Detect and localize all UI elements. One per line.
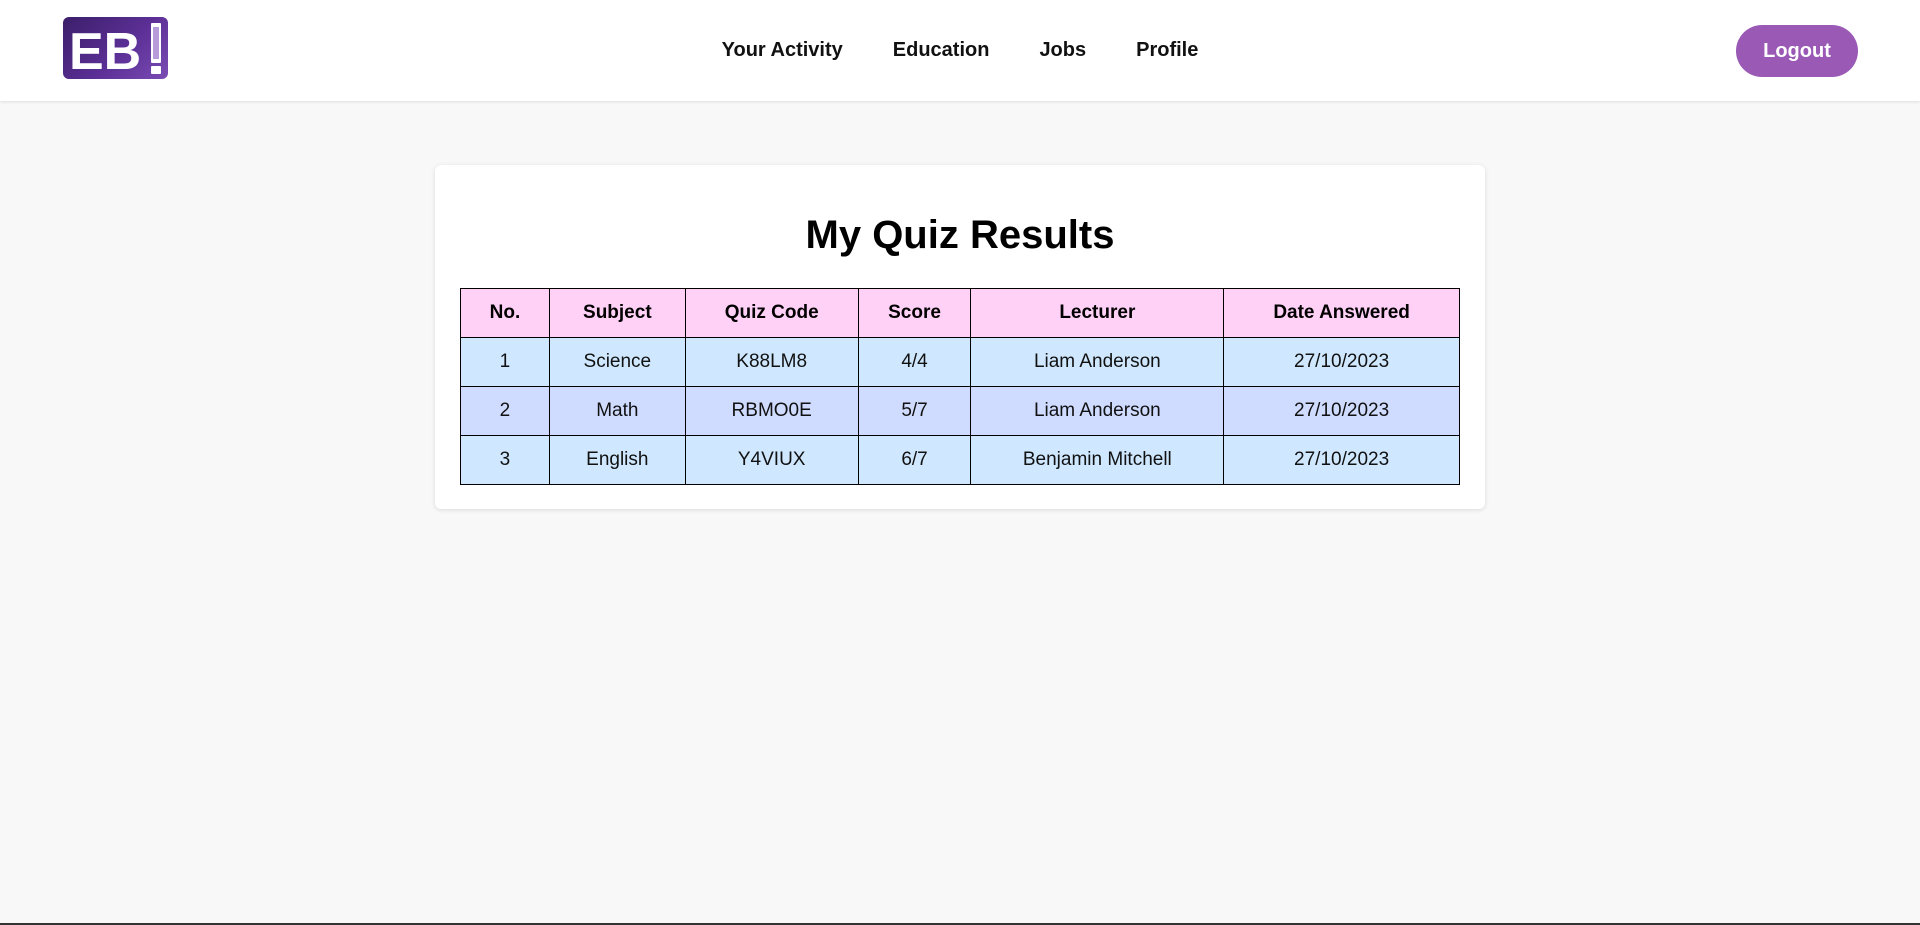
- cell-no: 2: [460, 386, 550, 436]
- cell-subject: Math: [548, 386, 686, 436]
- cell-quiz-code: K88LM8: [684, 337, 859, 387]
- cell-lecturer: Benjamin Mitchell: [970, 435, 1225, 485]
- table-row: 1 Science K88LM8 4/4 Liam Anderson 27/10…: [460, 337, 1460, 387]
- cell-no: 3: [460, 435, 550, 485]
- logo-letters: EB: [69, 23, 141, 79]
- column-header-lecturer: Lecturer: [970, 288, 1225, 338]
- cell-score: 6/7: [857, 435, 972, 485]
- nav-jobs[interactable]: Jobs: [1039, 39, 1086, 62]
- quiz-results-table: No. Subject Quiz Code Score Lecturer Dat…: [460, 288, 1460, 485]
- main-nav: Your Activity Education Jobs Profile: [0, 0, 1920, 101]
- table-row: 3 English Y4VIUX 6/7 Benjamin Mitchell 2…: [460, 435, 1460, 485]
- logo[interactable]: EB: [63, 17, 168, 79]
- column-header-score: Score: [857, 288, 972, 338]
- column-header-date-answered: Date Answered: [1223, 288, 1460, 338]
- logout-button[interactable]: Logout: [1736, 25, 1858, 77]
- cell-lecturer: Liam Anderson: [970, 386, 1225, 436]
- table-header-row: No. Subject Quiz Code Score Lecturer Dat…: [460, 288, 1460, 338]
- cell-date-answered: 27/10/2023: [1223, 435, 1460, 485]
- logo-exclamation-inner: [153, 27, 159, 59]
- table-row: 2 Math RBMO0E 5/7 Liam Anderson 27/10/20…: [460, 386, 1460, 436]
- cell-date-answered: 27/10/2023: [1223, 386, 1460, 436]
- cell-score: 4/4: [857, 337, 972, 387]
- logo-exclamation-dot: [151, 66, 161, 74]
- cell-score: 5/7: [857, 386, 972, 436]
- cell-subject: Science: [548, 337, 686, 387]
- column-header-no: No.: [460, 288, 550, 338]
- logo-icon: EB: [69, 23, 161, 79]
- cell-date-answered: 27/10/2023: [1223, 337, 1460, 387]
- nav-education[interactable]: Education: [893, 39, 990, 62]
- cell-subject: English: [548, 435, 686, 485]
- column-header-quiz-code: Quiz Code: [684, 288, 859, 338]
- cell-quiz-code: Y4VIUX: [684, 435, 859, 485]
- column-header-subject: Subject: [548, 288, 686, 338]
- cell-quiz-code: RBMO0E: [684, 386, 859, 436]
- quiz-results-card: My Quiz Results No. Subject Quiz Code Sc…: [435, 165, 1485, 509]
- top-header: EB Your Activity Education Jobs Profile …: [0, 0, 1920, 101]
- nav-profile[interactable]: Profile: [1136, 39, 1198, 62]
- table-header: No. Subject Quiz Code Score Lecturer Dat…: [460, 288, 1460, 338]
- page-title: My Quiz Results: [805, 213, 1115, 257]
- cell-lecturer: Liam Anderson: [970, 337, 1225, 387]
- nav-your-activity[interactable]: Your Activity: [722, 39, 843, 62]
- table-body: 1 Science K88LM8 4/4 Liam Anderson 27/10…: [460, 337, 1460, 485]
- cell-no: 1: [460, 337, 550, 387]
